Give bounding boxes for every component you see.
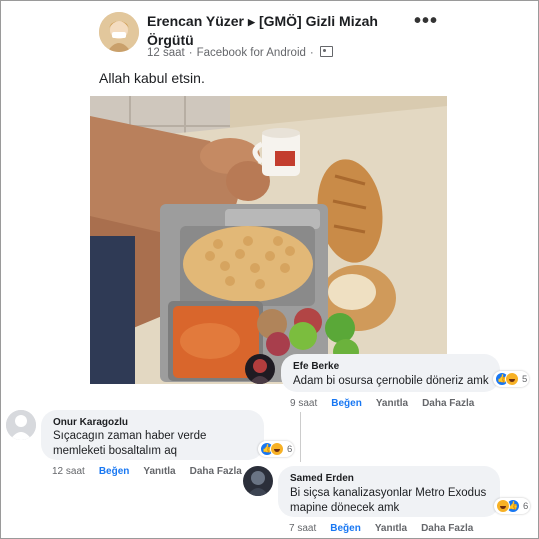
thread-divider	[300, 412, 301, 462]
post-photo[interactable]	[90, 96, 447, 384]
commenter-avatar[interactable]	[6, 410, 36, 440]
comment-time[interactable]: 7 saat	[289, 523, 316, 534]
reply-button[interactable]: Yanıtla	[143, 466, 175, 477]
reaction-count: 6	[287, 443, 293, 455]
commenter-name[interactable]: Efe Berke	[293, 361, 339, 372]
comment-text: Bi siçsa kanalizasyonlar Metro Exodus ma…	[290, 487, 487, 514]
comment-actions: 7 saat Beğen Yanıtla Daha Fazla	[289, 523, 487, 534]
comment-time[interactable]: 12 saat	[52, 466, 85, 477]
haha-reaction-icon	[270, 442, 284, 456]
more-options-button[interactable]: •••	[414, 11, 438, 32]
haha-reaction-icon	[505, 372, 519, 386]
post-meta: 12 saat · Facebook for Android ·	[147, 46, 333, 59]
author-avatar[interactable]	[99, 12, 139, 52]
reaction-summary[interactable]: 👍 5	[493, 371, 530, 387]
comment-actions: 12 saat Beğen Yanıtla Daha Fazla	[52, 466, 256, 477]
post-time[interactable]: 12 saat	[147, 47, 185, 59]
author-name[interactable]: Erencan Yüzer	[147, 13, 244, 29]
reaction-summary[interactable]: 👍 6	[258, 441, 295, 457]
more-button[interactable]: Daha Fazla	[422, 398, 474, 409]
comment-time[interactable]: 9 saat	[290, 398, 317, 409]
post-source: Facebook for Android	[196, 47, 306, 59]
reaction-count: 6	[523, 500, 529, 512]
comment-bubble: Onur Karagozlu Sıçacagın zaman haber ver…	[41, 410, 264, 460]
reply-button[interactable]: Yanıtla	[376, 398, 408, 409]
arrow-right-icon: ▶	[248, 17, 255, 27]
meta-separator: ·	[188, 47, 193, 59]
comment-text: Adam bi osursa çernobile döneriz amk	[293, 375, 489, 387]
post-text: Allah kabul etsin.	[99, 70, 205, 86]
comment-text: Sıçacagın zaman haber verde memleketi bo…	[53, 430, 207, 457]
comment-bubble: Samed Erden Bi siçsa kanalizasyonlar Met…	[278, 466, 500, 517]
privacy-group-icon	[319, 46, 333, 57]
commenter-name[interactable]: Onur Karagozlu	[53, 417, 128, 428]
meta-separator: ·	[309, 47, 314, 59]
more-button[interactable]: Daha Fazla	[190, 466, 242, 477]
reply-button[interactable]: Yanıtla	[375, 523, 407, 534]
commenter-avatar[interactable]	[245, 354, 275, 384]
reaction-count: 5	[522, 373, 528, 385]
reaction-summary[interactable]: 👍 6	[494, 498, 531, 514]
post-author-line: Erencan Yüzer ▶ [GMÖ] Gizli Mizah Örgütü	[147, 12, 407, 49]
haha-reaction-icon	[496, 499, 510, 513]
comment-actions: 9 saat Beğen Yanıtla Daha Fazla	[290, 398, 488, 409]
more-button[interactable]: Daha Fazla	[421, 523, 473, 534]
like-button[interactable]: Beğen	[99, 466, 130, 477]
commenter-avatar[interactable]	[243, 466, 273, 496]
comment-bubble: Efe Berke Adam bi osursa çernobile döner…	[281, 354, 500, 392]
commenter-name[interactable]: Samed Erden	[290, 473, 354, 484]
like-button[interactable]: Beğen	[330, 523, 361, 534]
like-button[interactable]: Beğen	[331, 398, 362, 409]
